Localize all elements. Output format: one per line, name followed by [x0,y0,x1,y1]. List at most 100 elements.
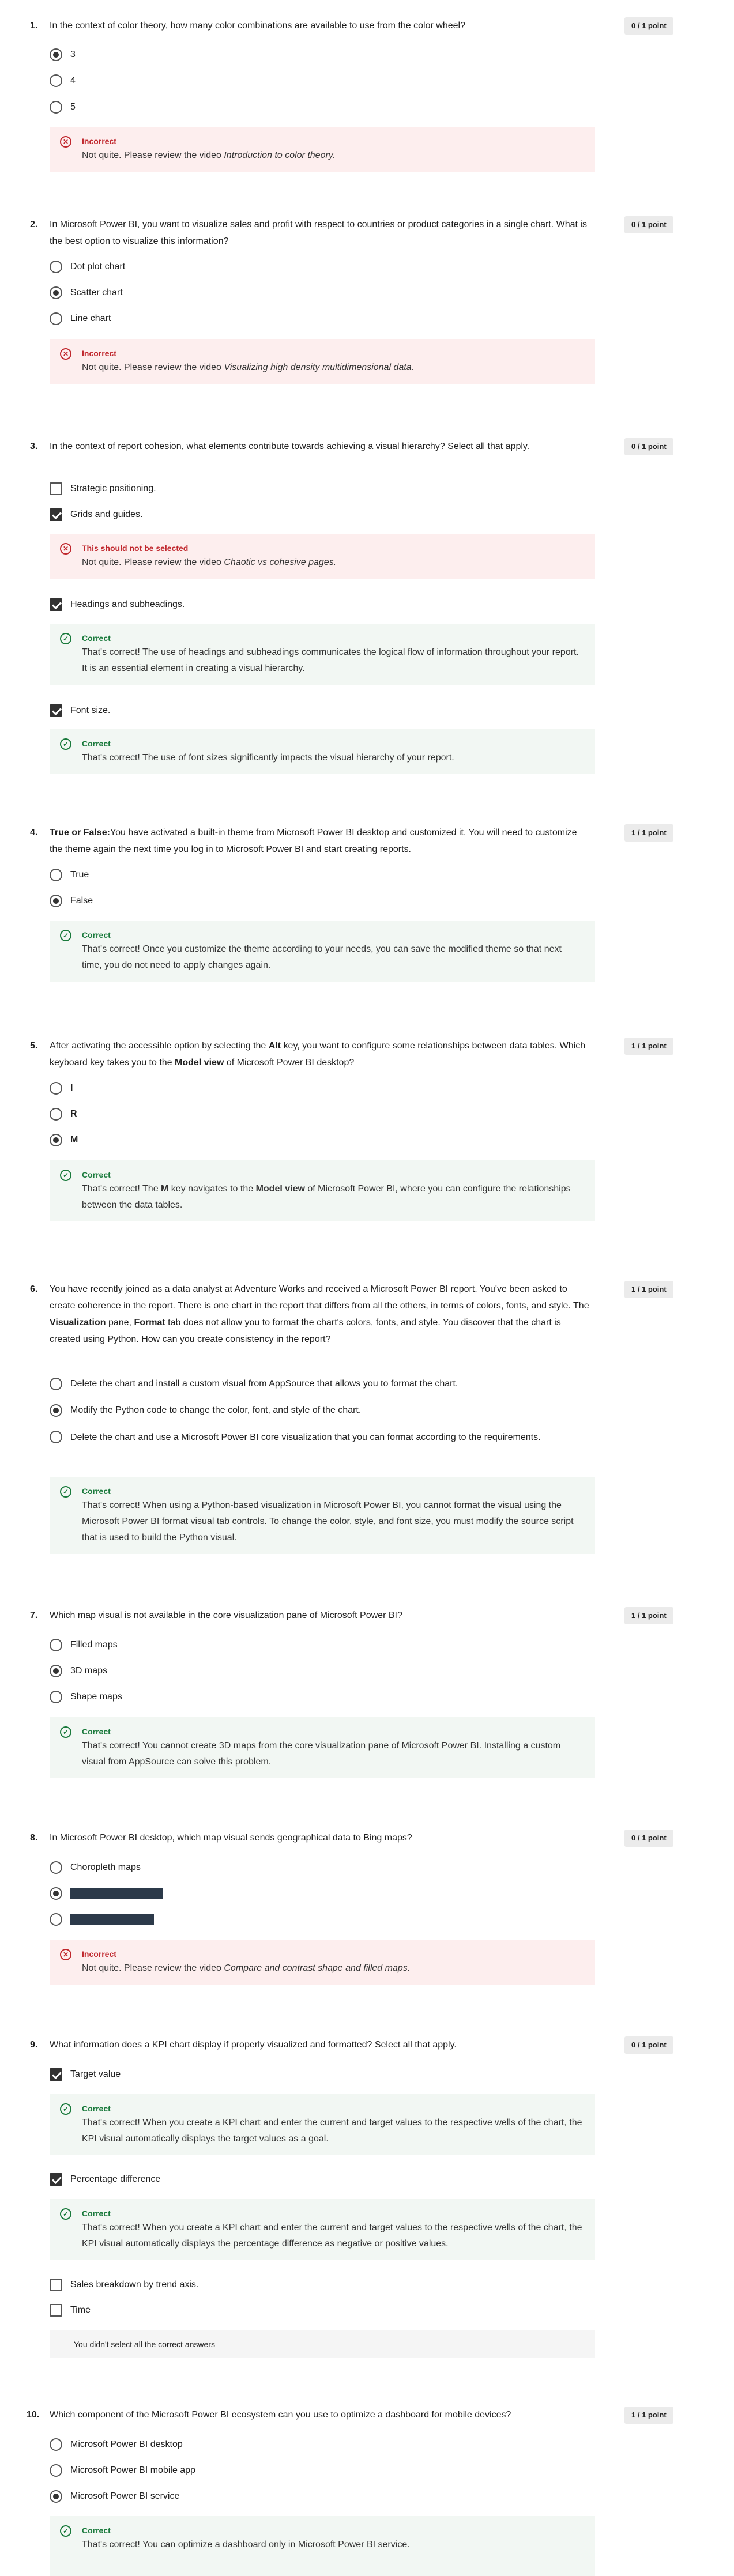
correct-check-icon: ✓ [60,738,71,750]
checkbox-checked-icon[interactable] [50,2173,62,2186]
feedback-correct: ✓ Correct That's correct! You cannot cre… [50,1717,595,1778]
option-line-chart[interactable]: Line chart [50,311,111,326]
option-scatter-chart[interactable]: Scatter chart [50,285,123,300]
option-font-size[interactable]: Font size. [50,703,110,718]
correct-check-icon: ✓ [60,2103,71,2115]
option-powerbi-service[interactable]: Microsoft Power BI service [50,2489,179,2504]
question-text: In the context of color theory, how many… [50,21,465,31]
option-target-value[interactable]: Target value [50,2067,121,2082]
radio-icon[interactable] [50,101,62,114]
option-modify-python[interactable]: Modify the Python code to change the col… [50,1403,361,1418]
option-3[interactable]: 3 [50,47,76,62]
score-badge: 0 / 1 point [624,216,673,233]
radio-icon[interactable] [50,312,62,325]
option-powerbi-desktop[interactable]: Microsoft Power BI desktop [50,2437,183,2452]
radio-icon[interactable] [50,1861,62,1874]
radio-icon[interactable] [50,1108,62,1121]
radio-selected-icon[interactable] [50,1887,62,1900]
feedback-incorrect: ✕ Incorrect Not quite. Please review the… [50,1940,595,1985]
radio-selected-icon[interactable] [50,895,62,907]
option-shape-maps[interactable]: Shape maps [50,1689,122,1704]
option-grids-and-guides[interactable]: Grids and guides. [50,507,142,522]
score-badge: 1 / 1 point [624,824,673,842]
option-redacted-selected[interactable] [50,1886,163,1901]
question-number: 5. [30,1041,38,1051]
radio-selected-icon[interactable] [50,1404,62,1417]
question-number: 9. [30,2040,38,2050]
option-redacted[interactable] [50,1912,154,1927]
incorrect-x-icon: ✕ [60,136,71,148]
checkbox-icon[interactable] [50,2304,62,2317]
incorrect-x-icon: ✕ [60,348,71,360]
score-badge: 1 / 1 point [624,1607,673,1624]
option-true[interactable]: True [50,868,89,882]
option-false[interactable]: False [50,893,93,908]
option-custom-visual[interactable]: Delete the chart and install a custom vi… [50,1376,458,1391]
radio-icon[interactable] [50,2438,62,2451]
radio-selected-icon[interactable] [50,48,62,61]
checkbox-checked-icon[interactable] [50,704,62,717]
correct-check-icon: ✓ [60,1170,71,1181]
option-m[interactable]: M [50,1133,78,1148]
correct-check-icon: ✓ [60,2525,71,2537]
redacted-label [70,1888,163,1899]
question-text: In Microsoft Power BI desktop, which map… [50,1833,412,1843]
radio-selected-icon[interactable] [50,1665,62,1677]
option-headings-and-subheadings[interactable]: Headings and subheadings. [50,597,185,612]
question-text: In the context of report cohesion, what … [50,442,530,451]
checkbox-checked-icon[interactable] [50,508,62,521]
radio-icon[interactable] [50,869,62,881]
option-time[interactable]: Time [50,2303,91,2318]
option-filled-maps[interactable]: Filled maps [50,1638,118,1653]
radio-icon[interactable] [50,1082,62,1095]
option-5[interactable]: 5 [50,100,76,115]
checkbox-checked-icon[interactable] [50,2068,62,2081]
option-percentage-difference[interactable]: Percentage difference [50,2172,160,2187]
correct-check-icon: ✓ [60,2208,71,2220]
radio-selected-icon[interactable] [50,1134,62,1146]
option-sales-breakdown[interactable]: Sales breakdown by trend axis. [50,2277,198,2292]
score-badge: 0 / 1 point [624,438,673,455]
correct-check-icon: ✓ [60,930,71,941]
option-core-visualization[interactable]: Delete the chart and use a Microsoft Pow… [50,1429,592,1446]
question-number: 3. [30,442,38,451]
feedback-should-not-select: ✕ This should not be selected Not quite.… [50,534,595,579]
score-badge: 1 / 1 point [624,2407,673,2424]
feedback-correct: ✓ Correct That's correct! When using a P… [50,1477,595,1554]
option-strategic-positioning[interactable]: Strategic positioning. [50,481,156,496]
question-number: 6. [30,1284,38,1294]
option-dot-plot-chart[interactable]: Dot plot chart [50,259,125,274]
radio-icon[interactable] [50,1378,62,1390]
feedback-correct: ✓ Correct That's correct! The use of fon… [50,729,595,774]
radio-icon[interactable] [50,74,62,87]
option-3d-maps[interactable]: 3D maps [50,1664,107,1679]
radio-icon[interactable] [50,1431,62,1443]
checkbox-icon[interactable] [50,2279,62,2291]
question-text: In Microsoft Power BI, you want to visua… [50,220,587,246]
score-badge: 1 / 1 point [624,1038,673,1055]
option-4[interactable]: 4 [50,73,76,88]
option-i[interactable]: I [50,1081,73,1096]
radio-selected-icon[interactable] [50,286,62,299]
score-badge: 0 / 1 point [624,1830,673,1847]
feedback-correct: ✓ Correct That's correct! When you creat… [50,2199,595,2260]
feedback-correct: ✓ Correct That's correct! You can optimi… [50,2516,595,2576]
radio-icon[interactable] [50,1913,62,1926]
feedback-correct: ✓ Correct That's correct! The M key navi… [50,1160,595,1221]
radio-icon[interactable] [50,1691,62,1703]
option-r[interactable]: R [50,1107,77,1122]
question-number: 4. [30,828,38,838]
correct-check-icon: ✓ [60,1726,71,1738]
partial-answer-note: You didn't select all the correct answer… [50,2330,595,2358]
radio-icon[interactable] [50,1639,62,1651]
radio-selected-icon[interactable] [50,2490,62,2503]
radio-icon[interactable] [50,2464,62,2477]
radio-icon[interactable] [50,261,62,273]
score-badge: 0 / 1 point [624,17,673,35]
checkbox-icon[interactable] [50,482,62,495]
question-number: 7. [30,1611,38,1620]
redacted-label [70,1914,154,1925]
option-choropleth-maps[interactable]: Choropleth maps [50,1860,141,1875]
option-powerbi-mobile-app[interactable]: Microsoft Power BI mobile app [50,2463,195,2478]
checkbox-checked-icon[interactable] [50,598,62,611]
